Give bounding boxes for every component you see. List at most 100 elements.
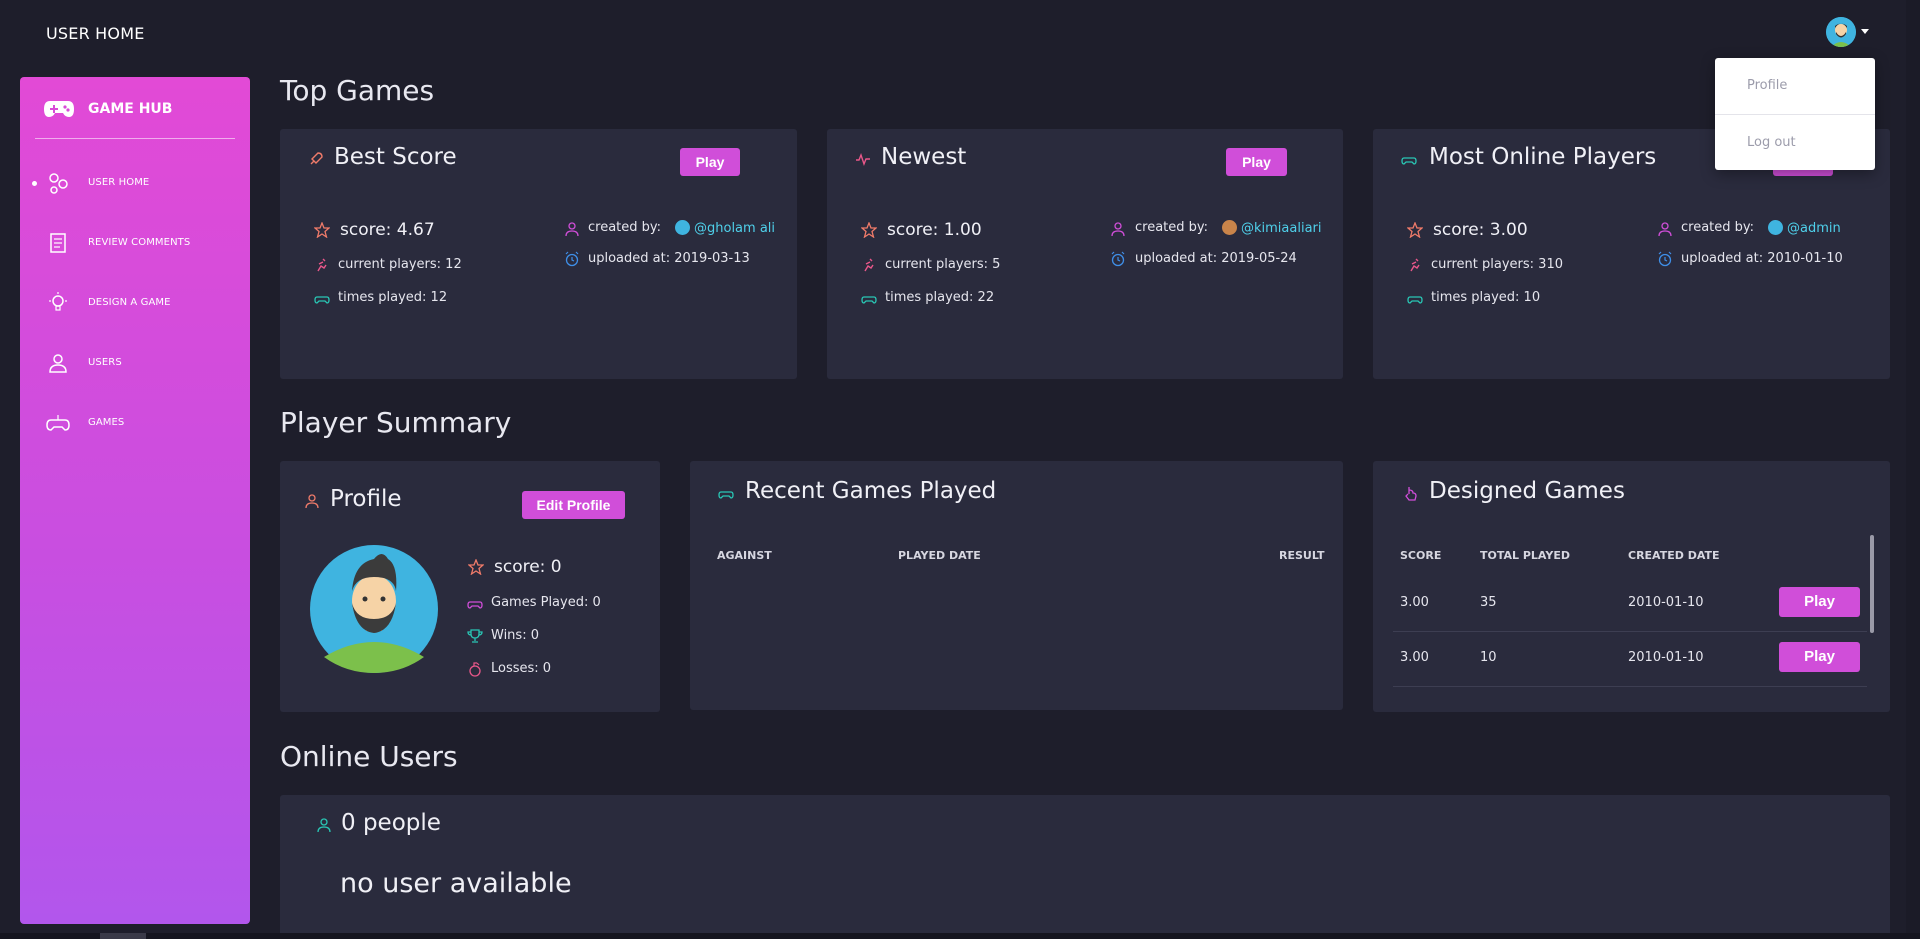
- sidebar-item-review-comments[interactable]: REVIEW COMMENTS: [20, 223, 250, 263]
- card-title: Recent Games Played: [745, 478, 997, 504]
- menu-item-profile[interactable]: Profile: [1715, 58, 1875, 114]
- gamepad-icon: [314, 296, 330, 304]
- horizontal-scrollbar[interactable]: [0, 933, 1920, 939]
- current-players-text: current players: 5: [885, 257, 1001, 272]
- card-title: Most Online Players: [1429, 144, 1657, 170]
- chevron-down-icon[interactable]: [1861, 29, 1869, 34]
- created-by-label: created by:: [1135, 220, 1209, 235]
- menu-item-logout[interactable]: Log out: [1715, 115, 1875, 171]
- uploaded-at-text: uploaded at: 2019-03-13: [588, 251, 750, 266]
- profile-card: Profile Edit Profile score: 0 Games Play…: [280, 461, 660, 712]
- column-header-created-date[interactable]: CREATED DATE: [1628, 549, 1720, 562]
- active-indicator: [32, 181, 37, 186]
- sidebar: GAME HUB USER HOME REVIEW COMMENTS DESIG…: [20, 77, 250, 924]
- card-title: Designed Games: [1429, 478, 1625, 504]
- games-played-text: Games Played: 0: [491, 595, 601, 610]
- score-text: score: 3.00: [1433, 220, 1528, 240]
- times-played-text: times played: 22: [885, 290, 995, 305]
- page-scrollbar[interactable]: [1906, 0, 1920, 939]
- column-header-against[interactable]: AGAINST: [717, 549, 772, 562]
- star-icon: [314, 222, 330, 238]
- current-players-text: current players: 12: [338, 257, 462, 272]
- cell-created-date: 2010-01-10: [1628, 595, 1704, 610]
- creator-link[interactable]: @kimiaaliari: [1222, 220, 1322, 236]
- creator-link[interactable]: @gholam ali: [675, 220, 775, 236]
- grenade-icon: [469, 662, 481, 677]
- creator-name[interactable]: @admin: [1787, 221, 1841, 236]
- row-divider: [1393, 631, 1867, 632]
- star-icon: [468, 559, 484, 575]
- sidebar-item-label: DESIGN A GAME: [88, 297, 171, 308]
- top-game-card-newest: Newest Play score: 1.00 current players:…: [827, 129, 1343, 379]
- user-avatar-button[interactable]: [1826, 17, 1856, 47]
- gamepad-icon: [1401, 157, 1417, 165]
- sidebar-item-games[interactable]: GAMES: [20, 403, 250, 443]
- horizontal-scrollbar-thumb[interactable]: [100, 933, 146, 939]
- cell-score: 3.00: [1400, 595, 1429, 610]
- cell-total-played: 10: [1480, 650, 1497, 665]
- top-game-card-best-score: Best Score Play score: 4.67 current play…: [280, 129, 797, 379]
- section-title-online-users: Online Users: [280, 740, 458, 773]
- avatar: [1768, 220, 1783, 235]
- table-scrollbar[interactable]: [1870, 535, 1874, 633]
- wins-text: Wins: 0: [491, 628, 539, 643]
- play-button[interactable]: Play: [1779, 587, 1860, 617]
- star-icon: [861, 222, 877, 238]
- user-icon: [305, 494, 319, 509]
- pulse-icon: [856, 152, 870, 167]
- avatar: [675, 220, 690, 235]
- brand-label: GAME HUB: [88, 101, 173, 117]
- created-by-label: created by:: [1681, 220, 1755, 235]
- user-icon: [565, 222, 579, 237]
- gamepad-icon: [718, 491, 734, 499]
- play-button[interactable]: Play: [680, 148, 740, 176]
- sidebar-item-label: GAMES: [88, 417, 125, 428]
- sidebar-item-label: USER HOME: [88, 177, 150, 188]
- losses-text: Losses: 0: [491, 661, 552, 676]
- gamepad-icon: [861, 296, 877, 304]
- column-header-result[interactable]: RESULT: [1279, 549, 1325, 562]
- play-button[interactable]: Play: [1226, 148, 1287, 176]
- runner-icon: [317, 258, 327, 272]
- designed-games-card: Designed Games SCORE TOTAL PLAYED CREATE…: [1373, 461, 1890, 712]
- card-title: Profile: [330, 486, 402, 512]
- gamepad-logo-icon: [44, 101, 74, 117]
- brand[interactable]: GAME HUB: [44, 99, 172, 119]
- score-text: score: 1.00: [887, 220, 982, 240]
- card-title: Newest: [881, 144, 967, 170]
- sidebar-item-users[interactable]: USERS: [20, 343, 250, 383]
- creator-link[interactable]: @admin: [1768, 220, 1841, 236]
- avatar-icon: [1826, 17, 1856, 47]
- times-played-text: times played: 10: [1431, 290, 1541, 305]
- section-title-top-games: Top Games: [280, 74, 435, 107]
- play-button[interactable]: Play: [1779, 642, 1860, 672]
- hand-pointer-icon: [1405, 487, 1417, 501]
- created-by-label: created by:: [588, 220, 662, 235]
- page-title: USER HOME: [46, 24, 145, 43]
- column-header-total-played[interactable]: TOTAL PLAYED: [1480, 549, 1570, 562]
- runner-icon: [864, 258, 874, 272]
- user-icon: [49, 354, 67, 373]
- creator-name[interactable]: @gholam ali: [694, 221, 775, 236]
- sidebar-item-design-a-game[interactable]: DESIGN A GAME: [20, 283, 250, 323]
- edit-profile-button[interactable]: Edit Profile: [522, 491, 625, 519]
- uploaded-at-text: uploaded at: 2010-01-10: [1681, 251, 1843, 266]
- user-icon: [1658, 222, 1672, 237]
- star-icon: [1407, 222, 1423, 238]
- trophy-icon: [467, 629, 483, 643]
- gamepad-icon: [467, 601, 483, 609]
- gamepad-icon: [46, 415, 70, 431]
- document-icon: [50, 233, 66, 253]
- sidebar-item-label: REVIEW COMMENTS: [88, 237, 191, 248]
- runner-icon: [1410, 258, 1420, 272]
- avatar: [1222, 220, 1237, 235]
- current-players-text: current players: 310: [1431, 257, 1563, 272]
- column-header-score[interactable]: SCORE: [1400, 549, 1441, 562]
- column-header-played-date[interactable]: PLAYED DATE: [898, 549, 981, 562]
- online-users-card: 0 people no user available: [280, 795, 1890, 939]
- profile-avatar: [310, 545, 438, 673]
- creator-name[interactable]: @kimiaaliari: [1241, 221, 1322, 236]
- uploaded-at-text: uploaded at: 2019-05-24: [1135, 251, 1297, 266]
- rocket-icon: [310, 152, 323, 165]
- sidebar-item-user-home[interactable]: USER HOME: [20, 163, 250, 203]
